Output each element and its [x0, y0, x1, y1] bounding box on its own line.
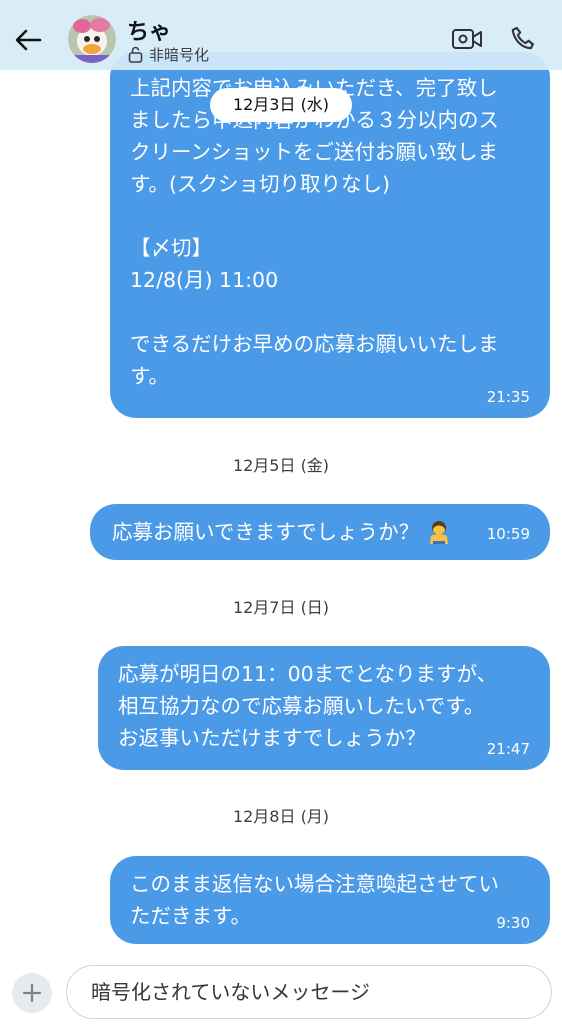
message-line: 応募お願いできますでしょうか？: [112, 520, 420, 544]
phone-icon: [511, 26, 534, 50]
video-camera-icon: [452, 29, 482, 49]
message-line: このまま返信ない場合注意喚起させてい: [130, 872, 499, 896]
bowing-person-icon: [430, 521, 449, 544]
message-bubble[interactable]: 応募が明日の11：00までとなりますが、 相互協力なので応募お願いしたいです。 …: [98, 646, 550, 770]
contact-name[interactable]: ちゃ: [127, 14, 171, 46]
plus-icon: [22, 983, 42, 1003]
add-attachment-button[interactable]: [12, 973, 52, 1013]
floating-date-label: 12月3日 (水): [210, 88, 352, 122]
encryption-status-label: 非暗号化: [149, 45, 210, 64]
message-line: 12/8(月) 11:00: [130, 268, 279, 292]
video-call-button[interactable]: [450, 22, 484, 56]
message-line: ただきます。: [130, 904, 251, 928]
message-time: 21:47: [486, 740, 530, 758]
message-line: 相互協力なので応募お願いしたいです。: [118, 694, 485, 718]
message-line: お返事いただけますでしょうか？: [118, 726, 426, 750]
message-time: 21:35: [486, 388, 530, 406]
message-bubble[interactable]: このまま返信ない場合注意喚起させてい ただきます。 9:30: [110, 856, 550, 944]
avatar[interactable]: [68, 15, 116, 63]
message-time: 9:30: [496, 914, 530, 932]
message-line: [130, 200, 550, 232]
message-bubble[interactable]: 応募お願いできますでしょうか？ 10:59: [90, 504, 550, 560]
date-separator: 12月7日 (日): [232, 598, 330, 617]
message-line: できるだけお早めの応募お願いいたしま: [130, 332, 499, 356]
chat-header: ちゃ 非暗号化: [0, 0, 562, 70]
message-line: [130, 296, 550, 328]
date-separator: 12月8日 (月): [232, 807, 330, 826]
message-line: クリーンショットをご送付お願い致しま: [130, 140, 498, 164]
arrow-left-icon: [15, 29, 42, 51]
message-time: 10:59: [486, 525, 530, 543]
voice-call-button[interactable]: [506, 22, 540, 56]
date-separator: 12月5日 (金): [232, 456, 330, 475]
message-line: 【〆切】: [130, 236, 212, 260]
message-line: す。(スクショ切り取りなし): [130, 172, 390, 196]
encryption-status: 非暗号化: [128, 44, 209, 64]
message-input[interactable]: 暗号化されていないメッセージ: [66, 965, 552, 1019]
message-line: 応募が明日の11：00までとなりますが、: [118, 662, 498, 686]
lock-open-icon: [128, 46, 143, 63]
back-button[interactable]: [10, 22, 46, 58]
